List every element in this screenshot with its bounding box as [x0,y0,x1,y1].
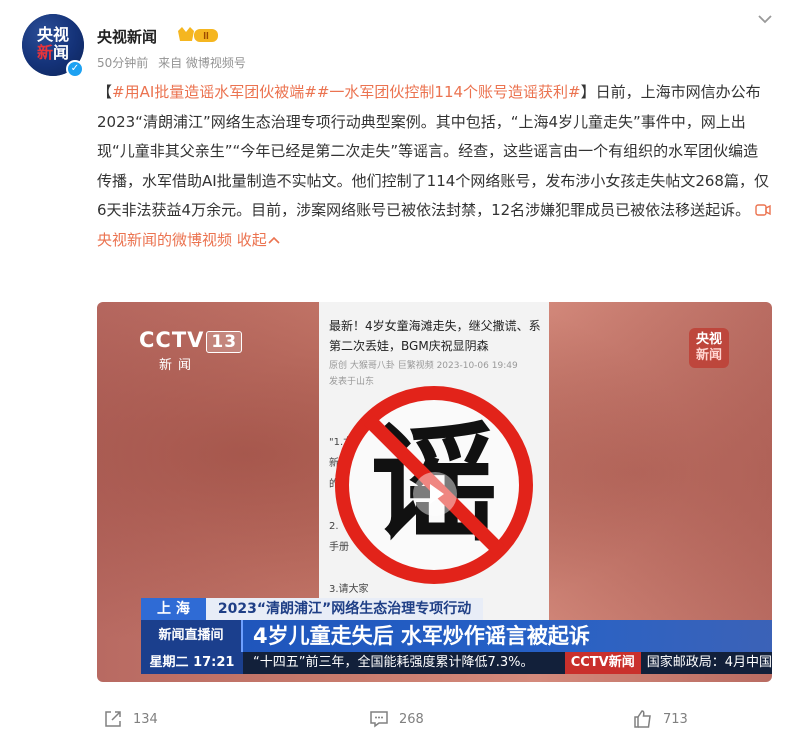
play-button[interactable] [413,472,457,516]
cctv13-sub: 新闻 [159,358,198,373]
channel-number: 13 [206,331,243,353]
cctv-news-logo: 央视 新闻 [689,328,729,368]
logo-line1: 央视 [695,332,722,347]
logo-line2: 新闻 [695,348,722,363]
phone-meta: 原创 大猴哥八卦 巨繁视频 2023-10-06 19:49 [329,361,518,371]
lower-third-top: 上 海 2023“清朗浦江”网络生态治理专项行动 [141,598,484,620]
lower-topic: 2023“清朗浦江”网络生态治理专项行动 [205,598,484,620]
verified-icon: ✓ [66,60,84,78]
like-count: 713 [663,711,688,727]
phone-title: 最新！4岁女童海滩走失，继父撒谎、系第二次丢娃，BGM庆祝显阴森 [329,319,541,353]
action-bar: 134 268 713 [97,706,771,732]
collapse-link[interactable]: 收起 [237,231,281,249]
lower-location: 上 海 [141,598,206,620]
clock: 17:21 [193,655,235,670]
ticker-text-2: 国家邮政局：4月中国 [646,655,772,670]
news-ticker: 星期二 17:21 “十四五”前三年，全国能耗强度累计降低7.3%。 CCTV新… [141,652,772,674]
vip-badge-icon[interactable]: II [176,25,220,45]
share-button[interactable]: 134 [103,706,158,732]
avatar-text-line2: 新闻 [28,44,78,62]
post-body: 】日前，上海市网信办公布2023“清朗浦江”网络生态治理专项行动典型案例。其中包… [97,83,769,219]
video-icon [755,204,771,216]
avatar-char-red: 新 [36,43,53,62]
video-player[interactable]: CCTV 13 新闻 央视 新闻 最新！4岁女童海滩走失，继父撒谎、系第二次丢娃，B… [97,302,772,682]
post-time[interactable]: 50分钟前 [97,56,148,70]
cctv13-logo: CCTV 13 [139,328,243,353]
comment-count: 268 [399,711,424,727]
like-button[interactable]: 713 [633,706,688,732]
lower-third-headline: 新闻直播间 4岁儿童走失后 水军炒作谣言被起诉 [141,620,772,652]
thumbs-up-icon [634,710,651,728]
chevron-down-icon[interactable] [756,10,774,28]
post-source: 来自 微博视频号 [158,56,246,70]
channel-name: CCTV [139,328,205,352]
comment-button[interactable]: 268 [369,706,424,732]
post-text: 【#用AI批量造谣水军团伙被端##一水军团伙控制114个账号造谣获利#】日前，上… [97,78,771,255]
headline: 4岁儿童走失后 水军炒作谣言被起诉 [253,624,590,648]
video-link-label: 央视新闻的微博视频 [97,230,233,249]
live-label: 新闻直播间 [141,620,243,652]
ticker-logo: CCTV新闻 [564,652,641,674]
ticker-text: “十四五”前三年，全国能耗强度累计降低7.3%。 [253,655,534,670]
hashtag-link[interactable]: #用AI批量造谣水军团伙被端##一水军团伙控制114个账号造谣获利# [112,83,581,101]
ticker-date: 星期二 17:21 [141,652,243,674]
vip-badge-text: II [203,31,209,42]
avatar-text-line1: 央视 [36,25,69,44]
comment-icon [370,711,388,728]
collapse-label: 收起 [236,230,267,249]
author-name[interactable]: 央视新闻 [97,26,157,47]
avatar-char: 闻 [53,43,70,62]
weekday: 星期二 [149,655,189,670]
bracket-open: 【 [97,83,113,101]
chevron-up-icon [268,236,280,244]
share-count: 134 [133,711,158,727]
post-meta: 50分钟前 来自 微博视频号 [97,54,252,71]
share-icon [105,711,121,727]
